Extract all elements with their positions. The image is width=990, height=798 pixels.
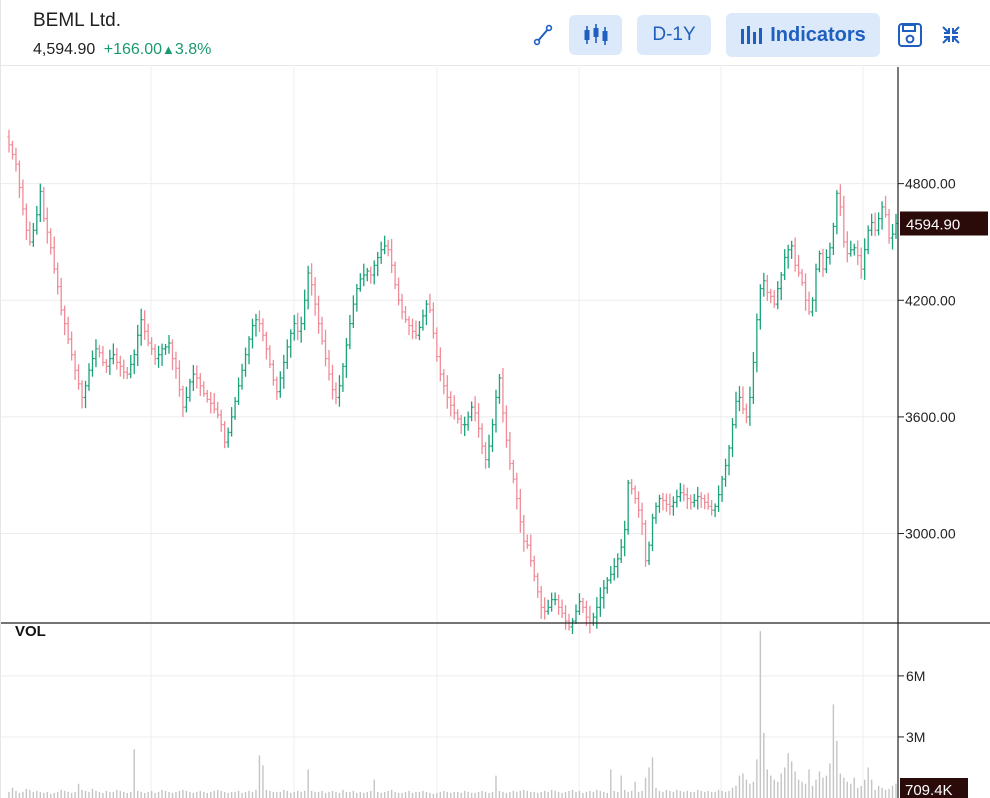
price-tick-label: 3600.00 [905,409,956,425]
save-icon [898,23,922,47]
last-price-tag-text: 4594.90 [906,217,960,234]
plot-background [1,67,898,798]
last-price: 4,594.90 [33,41,96,58]
price-tick-label: 4800.00 [905,176,956,192]
candlestick-icon [584,24,607,45]
indicators-label: Indicators [770,23,866,46]
price-change-percent: 3.8% [174,41,212,58]
last-volume-tag-text: 709.4K [905,782,953,798]
indicators-icon [741,26,763,44]
chart-widget: 4800.00 4200.00 3600.00 3000.00 6M 3M VOL 45… [0,0,990,798]
indicators-button[interactable]: Indicators [726,13,880,57]
price-tick-label: 3000.00 [905,526,956,542]
draw-tool-button[interactable] [527,18,559,52]
chart-header: BEML Ltd. 4,594.90 +166.00▲3.8% D-1Y Ind… [1,0,990,66]
volume-tick-label: 6M [906,668,925,684]
save-button[interactable] [894,18,926,52]
instrument-title: BEML Ltd. [33,10,122,31]
price-tick-label: 4200.00 [905,292,956,308]
collapse-button[interactable] [935,18,967,52]
chart-canvas[interactable]: 4800.00 4200.00 3600.00 3000.00 6M 3M VOL 45… [1,0,990,798]
range-selector-button[interactable]: D-1Y [637,15,711,55]
volume-pane-label: VOL [15,623,46,640]
last-volume-tag: 709.4K [900,778,968,798]
volume-axis: 6M 3M [898,668,925,745]
up-arrow-icon: ▲ [162,42,175,57]
quote-line: 4,594.90 +166.00▲3.8% [33,41,211,59]
trendline-icon [533,24,553,46]
volume-tick-label: 3M [906,729,925,745]
collapse-icon [942,26,960,44]
price-change: +166.00 [103,41,163,58]
chart-type-button[interactable] [569,15,622,55]
last-price-tag: 4594.90 [900,211,988,236]
